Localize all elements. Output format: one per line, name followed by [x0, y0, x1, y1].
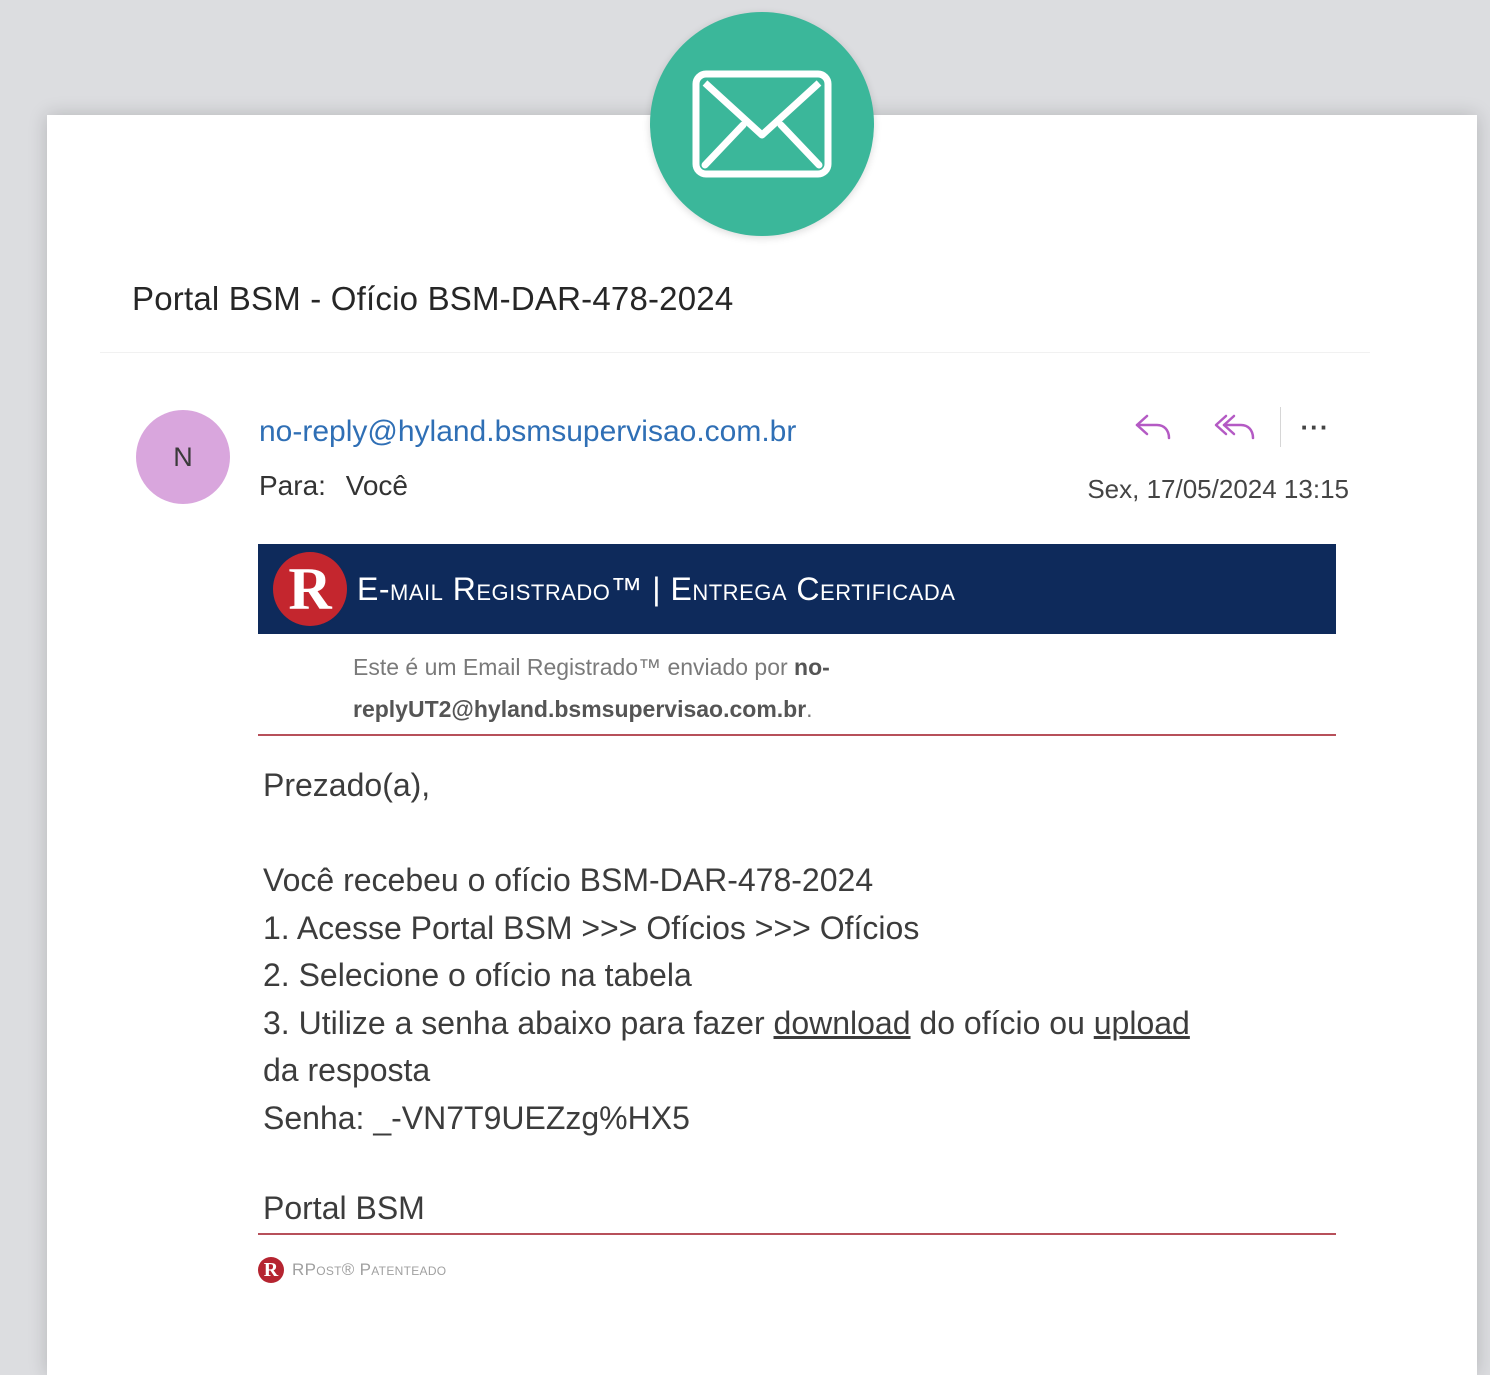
note-suffix: .: [806, 696, 813, 722]
rpost-logo: R: [273, 552, 347, 626]
recipient-line: Para: Você: [259, 470, 408, 502]
instruction-text: do ofício ou: [910, 1004, 1094, 1041]
patent-text: RPost® Patenteado: [292, 1260, 447, 1279]
banner-title: E-mail Registrado™ | Entrega Certificada: [357, 570, 956, 607]
signature-divider: [258, 1233, 1336, 1235]
registered-email-banner: R E-mail Registrado™ | Entrega Certifica…: [258, 544, 1336, 634]
actions-divider: [1280, 407, 1281, 447]
password-line: Senha: _-VN7T9UEZzg%HX5: [263, 1099, 690, 1136]
reply-button[interactable]: [1128, 404, 1178, 450]
rpost-small-logo: R: [258, 1257, 284, 1283]
to-value[interactable]: Você: [346, 470, 408, 501]
note-prefix: Este é um Email Registrado™ enviado por: [353, 654, 795, 680]
sender-avatar[interactable]: N: [136, 410, 230, 504]
banner-divider: [258, 734, 1336, 736]
divider: [100, 352, 1370, 353]
download-link[interactable]: download: [774, 1005, 911, 1041]
body-line: da resposta: [263, 1052, 431, 1088]
body-line: Você recebeu o ofício BSM-DAR-478-2024: [263, 862, 874, 898]
body-line: 1. Acesse Portal BSM >>> Ofícios >>> Ofí…: [263, 909, 920, 946]
received-date: Sex, 17/05/2024 13:15: [1087, 474, 1349, 504]
envelope-icon: [692, 70, 832, 178]
mail-badge: [650, 12, 874, 236]
email-subject: Portal BSM - Ofício BSM-DAR-478-2024: [132, 280, 734, 317]
upload-link[interactable]: upload: [1094, 1005, 1190, 1041]
rpost-footer: R RPost® Patenteado: [258, 1257, 446, 1283]
message-actions: ···: [1128, 404, 1335, 450]
body-line: 3. Utilize a senha abaixo para fazer dow…: [263, 1000, 1313, 1048]
reply-icon: [1135, 414, 1171, 440]
greeting: Prezado(a),: [263, 767, 431, 803]
email-body: Prezado(a), Você recebeu o ofício BSM-DA…: [263, 762, 1313, 1142]
signature: Portal BSM: [263, 1190, 425, 1226]
more-actions-button[interactable]: ···: [1295, 404, 1335, 450]
body-line: 2. Selecione o ofício na tabela: [263, 957, 692, 993]
registered-note: Este é um Email Registrado™ enviado por …: [353, 646, 993, 730]
sender-email[interactable]: no-reply@hyland.bsmsupervisao.com.br: [259, 415, 796, 449]
reply-all-button[interactable]: [1210, 404, 1260, 450]
instruction-text: 3. Utilize a senha abaixo para fazer: [263, 1004, 774, 1041]
to-label: Para:: [259, 470, 326, 501]
reply-all-icon: [1214, 414, 1255, 440]
